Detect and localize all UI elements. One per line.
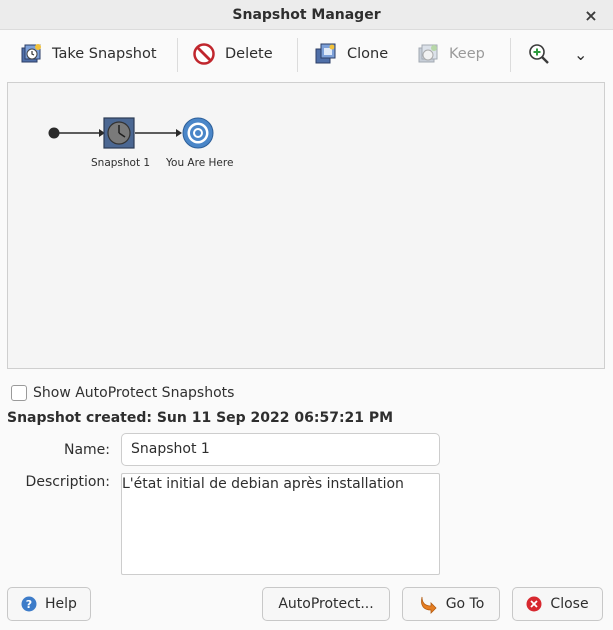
delete-icon [193,43,215,65]
chevron-down-icon: ⌄ [574,44,588,64]
clone-button[interactable]: Clone [315,38,388,70]
you-are-here-node-icon [182,117,214,149]
name-field[interactable]: Snapshot 1 [121,433,440,466]
toolbar: Take Snapshot Delete Clone Keep ⌄ [0,30,613,78]
title-bar: Snapshot Manager × [0,0,613,30]
close-label: Close [550,596,589,612]
toolbar-separator [177,38,178,72]
autoprotect-button[interactable]: AutoProtect... [262,587,390,621]
snapshot-tree-canvas[interactable]: Snapshot 1 You Are Here [7,82,605,369]
name-label: Name: [63,442,110,458]
window-close-icon[interactable]: × [581,5,601,25]
clone-label: Clone [347,46,389,62]
show-autoprotect-row[interactable]: Show AutoProtect Snapshots [11,384,234,402]
show-autoprotect-label: Show AutoProtect Snapshots [33,385,235,401]
toolbar-separator [297,38,298,72]
arrow-head [176,129,182,137]
snapshot-node-icon [103,117,135,149]
take-snapshot-label: Take Snapshot [52,46,157,62]
zoom-in-icon [529,44,549,64]
take-snapshot-button[interactable]: Take Snapshot [20,38,157,70]
snapshot-tree-graph [48,117,214,149]
autoprotect-label: AutoProtect... [278,596,374,612]
goto-button[interactable]: Go To [402,587,500,621]
window-title: Snapshot Manager [232,6,381,23]
clone-icon [315,43,336,64]
goto-label: Go To [445,596,485,612]
goto-arrow-icon [420,596,437,614]
close-button[interactable]: Close [512,587,603,621]
keep-button[interactable]: Keep [417,38,485,70]
description-label: Description: [25,474,110,490]
keep-icon [418,44,438,63]
help-icon: ? [21,596,37,612]
you-are-here-node-label[interactable]: You Are Here [166,157,233,169]
delete-label: Delete [225,46,273,62]
description-field[interactable]: L'état initial de debian après installat… [121,473,440,575]
show-autoprotect-checkbox[interactable] [11,385,27,401]
zoom-in-button[interactable] [528,38,550,70]
root-node [48,127,60,139]
help-button[interactable]: ? Help [7,587,91,621]
close-icon [526,596,542,612]
delete-button[interactable]: Delete [193,38,273,70]
svg-text:?: ? [26,598,32,611]
name-value: Snapshot 1 [131,441,210,457]
keep-label: Keep [449,46,485,62]
description-value: L'état initial de debian après installat… [122,476,404,492]
take-snapshot-icon [21,44,41,63]
toolbar-separator [510,38,511,72]
toolbar-dropdown-button[interactable]: ⌄ [574,38,587,70]
snapshot-node-label[interactable]: Snapshot 1 [91,157,150,169]
snapshot-created-text: Snapshot created: Sun 11 Sep 2022 06:57:… [7,410,394,426]
help-label: Help [45,596,77,612]
